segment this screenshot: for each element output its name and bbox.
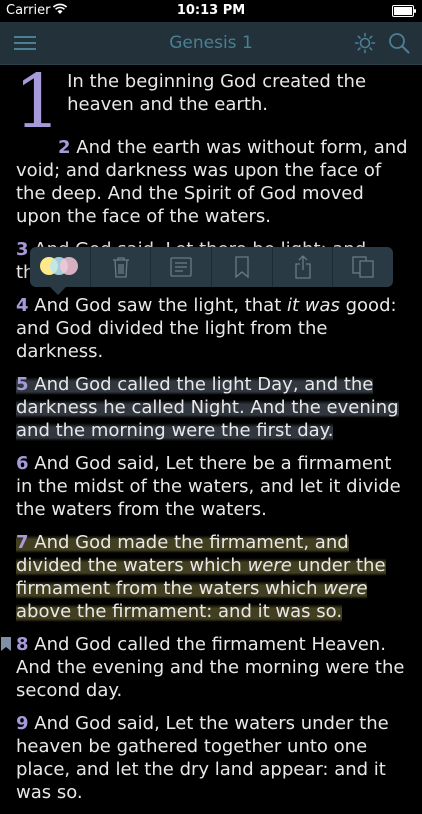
verse-9[interactable]: 9 And God said, Let the waters under the… bbox=[16, 712, 412, 804]
verse-text: And God saw the light, that it was good:… bbox=[16, 295, 397, 362]
verse-number: 3 bbox=[16, 239, 29, 260]
verse-text: And God said, Let there be a firmament i… bbox=[16, 453, 401, 520]
bookmark-icon bbox=[1, 637, 11, 651]
navigation-bar: Genesis 1 bbox=[0, 22, 422, 65]
copy-icon bbox=[352, 256, 374, 278]
status-bar: Carrier 10:13 PM bbox=[0, 0, 422, 22]
verse-2[interactable]: 2 And the earth was without form, and vo… bbox=[16, 136, 412, 228]
brightness-icon[interactable] bbox=[354, 32, 376, 54]
verse-7[interactable]: 7 And God made the firmament, and divide… bbox=[16, 531, 412, 623]
verse-4[interactable]: 4 And God saw the light, that it was goo… bbox=[16, 294, 412, 363]
highlighted-verse: 7 And God made the firmament, and divide… bbox=[16, 532, 386, 622]
chapter-number: 1 bbox=[14, 59, 62, 145]
verse-text: And God made the firmament, and divided … bbox=[16, 532, 386, 622]
verse-number: 5 bbox=[16, 374, 29, 395]
bookmark-button[interactable] bbox=[212, 247, 273, 287]
color-dots-icon bbox=[39, 257, 80, 277]
verse-text: And God called the light Day, and the da… bbox=[16, 374, 399, 441]
verse-6[interactable]: 6 And God said, Let there be a firmament… bbox=[16, 452, 412, 521]
verse-1[interactable]: 1 In the beginning God created the heave… bbox=[14, 59, 412, 145]
verse-8[interactable]: 8 And God called the firmament Heaven. A… bbox=[1, 633, 412, 702]
note-button[interactable] bbox=[151, 247, 213, 287]
bookmark-outline-icon bbox=[235, 256, 249, 278]
verse-5[interactable]: 5 And God called the light Day, and the … bbox=[16, 373, 412, 442]
search-icon[interactable] bbox=[388, 32, 410, 54]
highlighted-verse: 5 And God called the light Day, and the … bbox=[16, 374, 399, 441]
verse-number: 4 bbox=[16, 295, 29, 316]
share-icon bbox=[294, 255, 311, 279]
verse-text: In the beginning God created the heaven … bbox=[67, 71, 367, 115]
trash-icon bbox=[112, 257, 129, 278]
verse-number: 7 bbox=[16, 532, 29, 553]
copy-button[interactable] bbox=[333, 247, 393, 287]
verse-number: 2 bbox=[58, 137, 71, 158]
verse-action-toolbar bbox=[30, 247, 393, 295]
battery-icon bbox=[392, 5, 416, 17]
verse-number: 8 bbox=[16, 634, 29, 655]
delete-button[interactable] bbox=[91, 247, 152, 287]
share-button[interactable] bbox=[273, 247, 334, 287]
note-icon bbox=[170, 257, 192, 277]
verse-number: 6 bbox=[16, 453, 29, 474]
verse-text: And God said, Let the waters under the h… bbox=[16, 713, 389, 803]
verse-text: And God called the firmament Heaven. And… bbox=[16, 634, 405, 701]
clock: 10:13 PM bbox=[176, 3, 246, 18]
verse-number: 9 bbox=[16, 713, 29, 734]
verse-text: And the earth was without form, and void… bbox=[16, 137, 408, 227]
highlight-color-button[interactable] bbox=[30, 247, 91, 287]
scripture-text: 1 In the beginning God created the heave… bbox=[1, 59, 412, 814]
